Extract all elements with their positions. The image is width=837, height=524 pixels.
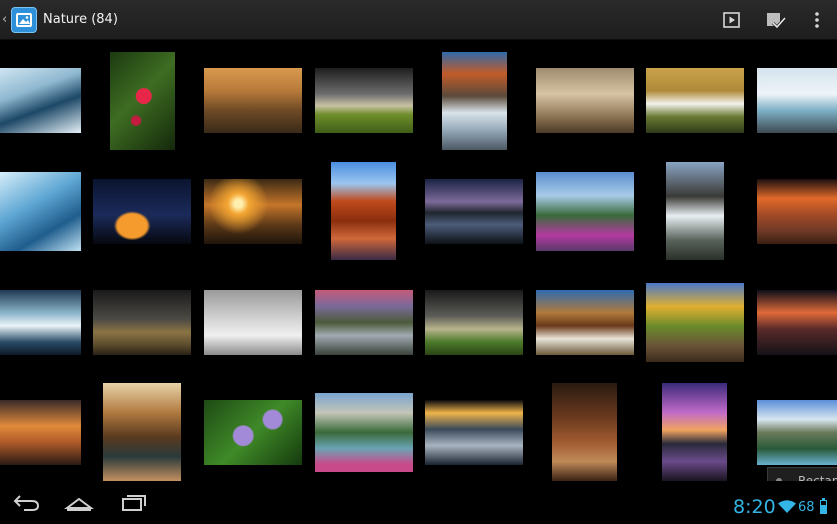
action-bar: ‹ Nature (84)	[0, 0, 837, 40]
gallery-app-icon[interactable]	[11, 7, 37, 33]
photo-thumbnail[interactable]	[425, 290, 523, 355]
photo-thumbnail[interactable]	[93, 179, 191, 244]
photo-thumbnail[interactable]	[646, 283, 744, 362]
photo-thumbnail[interactable]	[662, 383, 727, 481]
select-checkmark-icon	[767, 13, 787, 30]
photo-thumbnail[interactable]	[0, 400, 81, 465]
photo-thumbnail[interactable]	[331, 162, 396, 260]
system-bar	[0, 481, 837, 524]
photo-thumbnail[interactable]	[536, 68, 634, 133]
photo-thumbnail[interactable]	[757, 179, 837, 244]
photo-thumbnail[interactable]	[0, 290, 81, 355]
photo-thumbnail[interactable]	[204, 290, 302, 355]
photo-thumbnail[interactable]	[0, 172, 81, 251]
photo-thumbnail[interactable]	[103, 383, 181, 481]
battery-percent: 68	[798, 500, 815, 515]
photo-thumbnail[interactable]	[425, 400, 523, 465]
photo-thumbnail[interactable]	[666, 162, 724, 260]
photo-thumbnail[interactable]	[315, 68, 413, 133]
photo-thumbnail[interactable]	[536, 172, 634, 251]
album-title: Nature (84)	[43, 12, 118, 27]
photo-thumbnail[interactable]	[315, 290, 413, 355]
photo-thumbnail[interactable]	[442, 52, 507, 150]
photo-thumbnail[interactable]	[0, 68, 81, 133]
battery-level-fill	[821, 504, 826, 513]
battery-icon	[820, 500, 827, 514]
photo-thumbnail[interactable]	[204, 179, 302, 244]
status-clock[interactable]: 8:20	[733, 495, 776, 519]
photo-thumbnail[interactable]	[646, 68, 744, 133]
wifi-icon	[778, 500, 796, 513]
photo-thumbnail[interactable]	[757, 68, 837, 133]
photo-thumbnail[interactable]	[315, 393, 413, 472]
nav-back-button[interactable]	[12, 491, 42, 517]
recent-apps-icon	[122, 495, 146, 511]
photo-thumbnail[interactable]	[552, 383, 617, 481]
photo-thumbnail[interactable]	[425, 179, 523, 244]
photo-thumbnail[interactable]	[204, 400, 302, 465]
photo-thumbnail[interactable]	[757, 400, 837, 465]
slideshow-play-icon	[723, 12, 740, 28]
overflow-menu-icon	[815, 12, 819, 28]
photo-thumbnail[interactable]	[757, 290, 837, 355]
slideshow-button[interactable]	[721, 9, 743, 31]
photo-thumbnail[interactable]	[536, 290, 634, 355]
photo-grid	[0, 41, 837, 481]
overflow-menu-button[interactable]	[806, 9, 828, 31]
select-items-button[interactable]	[764, 9, 787, 31]
nav-home-button[interactable]	[64, 491, 94, 517]
back-arrow-icon	[13, 495, 40, 511]
photo-thumbnail[interactable]	[204, 68, 302, 133]
photo-thumbnail[interactable]	[110, 52, 175, 150]
nav-recent-apps-button[interactable]	[118, 491, 148, 517]
home-icon	[64, 497, 94, 511]
photo-thumbnail[interactable]	[93, 290, 191, 355]
chevron-left-icon[interactable]: ‹	[2, 12, 7, 28]
